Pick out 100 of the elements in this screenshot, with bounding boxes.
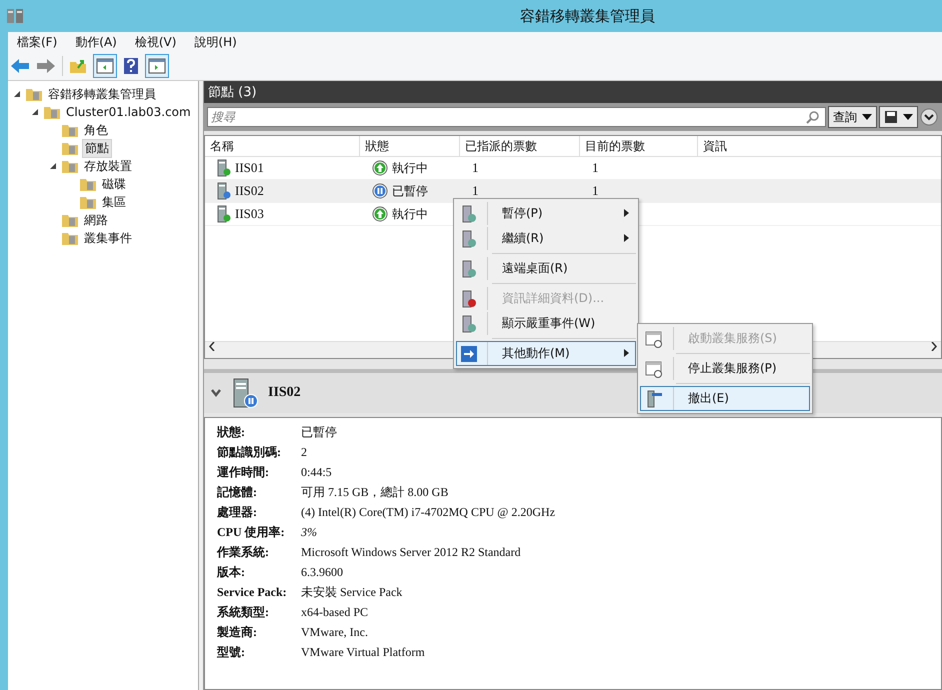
table-row[interactable]: IIS02 已暫停 1 1 [205, 180, 941, 203]
item-icon [461, 290, 477, 308]
table-cell: 1 [472, 183, 478, 199]
save-dropdown-button[interactable] [879, 106, 918, 128]
column-header[interactable]: 狀態 [360, 136, 460, 156]
search-field[interactable]: 搜尋 [207, 107, 826, 127]
server-icon [217, 159, 231, 177]
property-value: 2 [301, 444, 307, 460]
table-cell: 1 [592, 183, 598, 199]
item-icon [645, 390, 663, 408]
column-header[interactable]: 已指派的票數 [460, 136, 580, 156]
expand-toggle[interactable] [30, 108, 40, 116]
back-icon[interactable] [10, 58, 30, 74]
table-cell: IIS03 [235, 206, 264, 222]
forward-icon[interactable] [36, 58, 56, 74]
table-cell: 執行中 [392, 160, 428, 176]
table-cell: 1 [592, 160, 598, 176]
tree-item[interactable]: 節點 [82, 138, 112, 158]
item-icon [461, 314, 477, 332]
pane-icon[interactable] [93, 54, 117, 78]
property-label: 記憶體: [217, 484, 258, 500]
folder-icon [61, 212, 79, 228]
window-title: 容錯移轉叢集管理員 [520, 6, 655, 26]
item-icon [461, 260, 477, 278]
menu-item[interactable]: 顯示嚴重事件(W) [456, 311, 636, 336]
folder-icon [61, 140, 79, 156]
menu-item[interactable]: 動作(A) [66, 34, 126, 50]
item-icon [645, 360, 663, 378]
caret-icon [903, 114, 913, 120]
tree-item[interactable]: 角色 [82, 122, 110, 138]
property-label: 處理器: [217, 504, 258, 520]
property-value: (4) Intel(R) Core(TM) i7-4702MQ CPU @ 2.20GHz [301, 504, 556, 520]
menu-item[interactable]: 撤出(E) [640, 386, 810, 411]
tree-item[interactable]: Cluster01.lab03.com [64, 105, 193, 119]
expand-toggle[interactable] [12, 90, 22, 98]
tree-item[interactable]: 集區 [100, 194, 128, 210]
help-icon[interactable] [123, 57, 139, 75]
menu-item[interactable]: 檢視(V) [126, 34, 186, 50]
property-label: 作業系統: [217, 544, 270, 560]
property-label: 運作時間: [217, 464, 270, 480]
item-icon [461, 204, 477, 222]
table-cell: 1 [472, 160, 478, 176]
menu-item[interactable]: 暫停(P) [456, 201, 636, 226]
folder-icon [25, 86, 43, 102]
pane-icon[interactable] [145, 54, 169, 78]
folder-icon [79, 176, 97, 192]
node-name: IIS02 [268, 385, 301, 401]
property-label: 系統類型: [217, 604, 270, 620]
tree-item[interactable]: 存放裝置 [82, 158, 134, 174]
property-value: 未安裝 Service Pack [301, 584, 402, 600]
property-value: 3% [301, 524, 317, 540]
column-header[interactable]: 目前的票數 [580, 136, 698, 156]
column-header[interactable]: 資訊 [698, 136, 941, 156]
property-value: Microsoft Windows Server 2012 R2 Standard [301, 544, 521, 560]
table-cell: 已暫停 [392, 182, 428, 200]
property-value: 已暫停 [301, 424, 337, 440]
scroll-left-icon[interactable] [209, 342, 215, 351]
server-icon [6, 7, 24, 25]
tree-item[interactable]: 叢集事件 [82, 230, 134, 246]
menu-item[interactable]: 檔案(F) [8, 34, 66, 50]
menu-item[interactable]: 遠端桌面(R) [456, 256, 636, 281]
column-header[interactable]: 名稱 [205, 136, 360, 156]
menu-item[interactable]: 說明(H) [185, 34, 246, 50]
property-label: 節點識別碼: [217, 444, 282, 460]
folder-icon [43, 104, 61, 120]
property-label: 型號: [217, 644, 246, 660]
tree-item[interactable]: 網路 [82, 212, 110, 228]
chevron-down-icon[interactable] [210, 388, 222, 398]
chevron-down-icon[interactable] [920, 108, 938, 126]
menu-item[interactable]: 繼續(R) [456, 226, 636, 251]
property-value: x64-based PC [301, 604, 368, 620]
panel-title: 節點 (3) [208, 84, 257, 101]
status-up-icon [372, 206, 388, 222]
table-cell: IIS01 [235, 160, 264, 176]
status-up-icon [372, 160, 388, 176]
property-value: 0:44:5 [301, 464, 332, 480]
folder-up-icon[interactable] [69, 58, 87, 74]
pause-icon [372, 183, 388, 199]
submenu-arrow-icon [624, 234, 629, 242]
property-value: VMware, Inc. [301, 624, 368, 640]
scroll-right-icon[interactable] [931, 342, 937, 351]
folder-icon [79, 194, 97, 210]
table-cell: 執行中 [392, 206, 428, 222]
item-icon [645, 330, 663, 348]
folder-icon [61, 158, 79, 174]
property-label: 製造商: [217, 624, 258, 640]
menu-item[interactable]: 停止叢集服務(P) [640, 356, 810, 381]
property-label: Service Pack: [217, 584, 288, 600]
tree-item[interactable]: 容錯移轉叢集管理員 [46, 86, 158, 102]
property-label: CPU 使用率: [217, 524, 286, 540]
server-icon [217, 182, 231, 200]
item-icon [461, 344, 477, 362]
folder-icon [61, 230, 79, 246]
search-icon [806, 110, 820, 124]
query-button[interactable]: 查詢 [828, 106, 877, 128]
property-label: 版本: [217, 564, 246, 580]
menu-item[interactable]: 其他動作(M) [456, 341, 636, 366]
expand-toggle[interactable] [48, 162, 58, 170]
item-icon [461, 230, 477, 248]
tree-item[interactable]: 磁碟 [100, 176, 128, 192]
